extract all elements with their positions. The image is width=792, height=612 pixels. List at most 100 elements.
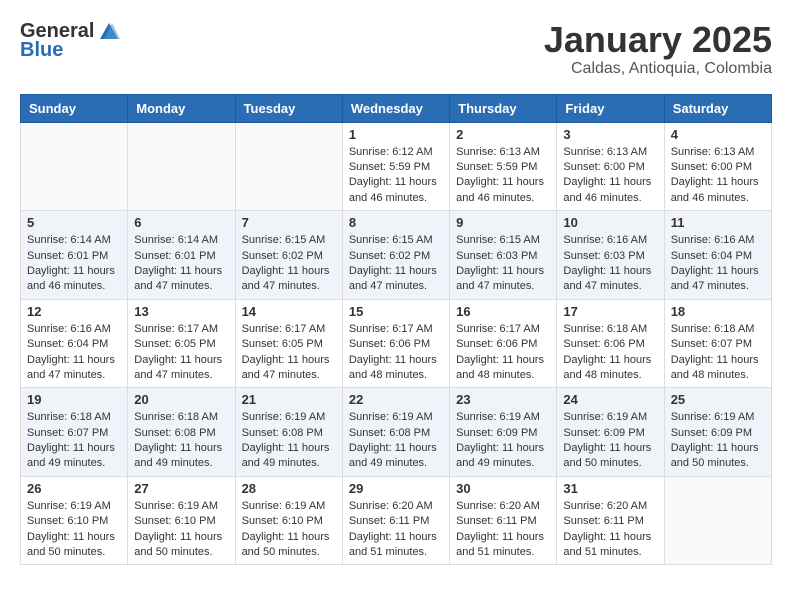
day-info: Sunrise: 6:20 AMSunset: 6:11 PMDaylight:… xyxy=(456,499,550,561)
calendar-cell: 30 Sunrise: 6:20 AMSunset: 6:11 PMDayligh… xyxy=(450,476,557,565)
day-number: 20 xyxy=(134,392,228,407)
day-info: Sunrise: 6:20 AMSunset: 6:11 PMDaylight:… xyxy=(563,499,657,561)
day-info: Sunrise: 6:12 AMSunset: 5:59 PMDaylight:… xyxy=(349,145,443,207)
calendar-cell: 24 Sunrise: 6:19 AMSunset: 6:09 PMDayligh… xyxy=(557,388,664,477)
weekday-header: Saturday xyxy=(664,94,771,122)
logo-blue-text: Blue xyxy=(20,39,120,62)
day-number: 10 xyxy=(563,215,657,230)
calendar-cell: 9 Sunrise: 6:15 AMSunset: 6:03 PMDaylight… xyxy=(450,211,557,300)
calendar-cell: 19 Sunrise: 6:18 AMSunset: 6:07 PMDayligh… xyxy=(21,388,128,477)
day-number: 14 xyxy=(242,304,336,319)
day-number: 3 xyxy=(563,127,657,142)
day-info: Sunrise: 6:15 AMSunset: 6:02 PMDaylight:… xyxy=(242,233,336,295)
weekday-header: Wednesday xyxy=(342,94,449,122)
day-number: 30 xyxy=(456,481,550,496)
day-info: Sunrise: 6:16 AMSunset: 6:04 PMDaylight:… xyxy=(27,322,121,384)
calendar-cell: 28 Sunrise: 6:19 AMSunset: 6:10 PMDayligh… xyxy=(235,476,342,565)
calendar-cell: 13 Sunrise: 6:17 AMSunset: 6:05 PMDayligh… xyxy=(128,299,235,388)
day-number: 17 xyxy=(563,304,657,319)
day-number: 28 xyxy=(242,481,336,496)
calendar-cell: 8 Sunrise: 6:15 AMSunset: 6:02 PMDaylight… xyxy=(342,211,449,300)
calendar-cell: 1 Sunrise: 6:12 AMSunset: 5:59 PMDaylight… xyxy=(342,122,449,211)
calendar-cell: 31Sunrise: 6:20 AMSunset: 6:11 PMDayligh… xyxy=(557,476,664,565)
calendar-cell: 22 Sunrise: 6:19 AMSunset: 6:08 PMDayligh… xyxy=(342,388,449,477)
weekday-header: Tuesday xyxy=(235,94,342,122)
calendar-cell: 2 Sunrise: 6:13 AMSunset: 5:59 PMDaylight… xyxy=(450,122,557,211)
weekday-header: Friday xyxy=(557,94,664,122)
calendar-cell: 14 Sunrise: 6:17 AMSunset: 6:05 PMDayligh… xyxy=(235,299,342,388)
day-info: Sunrise: 6:14 AMSunset: 6:01 PMDaylight:… xyxy=(27,233,121,295)
day-info: Sunrise: 6:19 AMSunset: 6:10 PMDaylight:… xyxy=(134,499,228,561)
calendar-table: SundayMondayTuesdayWednesdayThursdayFrid… xyxy=(20,94,772,566)
day-info: Sunrise: 6:17 AMSunset: 6:05 PMDaylight:… xyxy=(242,322,336,384)
calendar-cell xyxy=(21,122,128,211)
day-number: 22 xyxy=(349,392,443,407)
day-info: Sunrise: 6:15 AMSunset: 6:02 PMDaylight:… xyxy=(349,233,443,295)
day-info: Sunrise: 6:17 AMSunset: 6:05 PMDaylight:… xyxy=(134,322,228,384)
day-info: Sunrise: 6:19 AMSunset: 6:10 PMDaylight:… xyxy=(242,499,336,561)
page-header: General Blue January 2025 Caldas, Antioq… xyxy=(20,20,772,78)
calendar-cell: 18 Sunrise: 6:18 AMSunset: 6:07 PMDayligh… xyxy=(664,299,771,388)
calendar-cell: 7 Sunrise: 6:15 AMSunset: 6:02 PMDaylight… xyxy=(235,211,342,300)
day-info: Sunrise: 6:19 AMSunset: 6:09 PMDaylight:… xyxy=(456,410,550,472)
calendar-cell: 12Sunrise: 6:16 AMSunset: 6:04 PMDayligh… xyxy=(21,299,128,388)
calendar-cell: 26 Sunrise: 6:19 AMSunset: 6:10 PMDayligh… xyxy=(21,476,128,565)
day-info: Sunrise: 6:20 AMSunset: 6:11 PMDaylight:… xyxy=(349,499,443,561)
calendar-cell xyxy=(664,476,771,565)
day-info: Sunrise: 6:18 AMSunset: 6:06 PMDaylight:… xyxy=(563,322,657,384)
day-info: Sunrise: 6:16 AMSunset: 6:04 PMDaylight:… xyxy=(671,233,765,295)
calendar-cell: 17 Sunrise: 6:18 AMSunset: 6:06 PMDayligh… xyxy=(557,299,664,388)
calendar-cell xyxy=(235,122,342,211)
day-number: 7 xyxy=(242,215,336,230)
title-block: January 2025 Caldas, Antioquia, Colombia xyxy=(544,20,772,78)
day-number: 29 xyxy=(349,481,443,496)
day-number: 25 xyxy=(671,392,765,407)
day-info: Sunrise: 6:17 AMSunset: 6:06 PMDaylight:… xyxy=(349,322,443,384)
calendar-week-row: 5Sunrise: 6:14 AMSunset: 6:01 PMDaylight… xyxy=(21,211,772,300)
calendar-cell: 5Sunrise: 6:14 AMSunset: 6:01 PMDaylight… xyxy=(21,211,128,300)
day-info: Sunrise: 6:19 AMSunset: 6:09 PMDaylight:… xyxy=(563,410,657,472)
weekday-header: Thursday xyxy=(450,94,557,122)
day-info: Sunrise: 6:15 AMSunset: 6:03 PMDaylight:… xyxy=(456,233,550,295)
day-info: Sunrise: 6:13 AMSunset: 6:00 PMDaylight:… xyxy=(671,145,765,207)
location: Caldas, Antioquia, Colombia xyxy=(544,60,772,78)
calendar-cell: 27 Sunrise: 6:19 AMSunset: 6:10 PMDayligh… xyxy=(128,476,235,565)
day-number: 1 xyxy=(349,127,443,142)
day-number: 15 xyxy=(349,304,443,319)
day-number: 24 xyxy=(563,392,657,407)
calendar-cell: 29 Sunrise: 6:20 AMSunset: 6:11 PMDayligh… xyxy=(342,476,449,565)
day-info: Sunrise: 6:17 AMSunset: 6:06 PMDaylight:… xyxy=(456,322,550,384)
day-info: Sunrise: 6:16 AMSunset: 6:03 PMDaylight:… xyxy=(563,233,657,295)
calendar-cell: 23 Sunrise: 6:19 AMSunset: 6:09 PMDayligh… xyxy=(450,388,557,477)
day-number: 2 xyxy=(456,127,550,142)
day-number: 18 xyxy=(671,304,765,319)
day-info: Sunrise: 6:19 AMSunset: 6:09 PMDaylight:… xyxy=(671,410,765,472)
weekday-header: Monday xyxy=(128,94,235,122)
logo: General Blue xyxy=(20,20,120,62)
day-number: 11 xyxy=(671,215,765,230)
calendar-cell: 6Sunrise: 6:14 AMSunset: 6:01 PMDaylight… xyxy=(128,211,235,300)
day-number: 9 xyxy=(456,215,550,230)
day-number: 26 xyxy=(27,481,121,496)
calendar-week-row: 1 Sunrise: 6:12 AMSunset: 5:59 PMDaylight… xyxy=(21,122,772,211)
day-number: 13 xyxy=(134,304,228,319)
calendar-cell xyxy=(128,122,235,211)
day-info: Sunrise: 6:19 AMSunset: 6:10 PMDaylight:… xyxy=(27,499,121,561)
calendar-week-row: 12Sunrise: 6:16 AMSunset: 6:04 PMDayligh… xyxy=(21,299,772,388)
calendar-cell: 10 Sunrise: 6:16 AMSunset: 6:03 PMDayligh… xyxy=(557,211,664,300)
day-info: Sunrise: 6:18 AMSunset: 6:07 PMDaylight:… xyxy=(27,410,121,472)
day-info: Sunrise: 6:19 AMSunset: 6:08 PMDaylight:… xyxy=(349,410,443,472)
calendar-week-row: 19 Sunrise: 6:18 AMSunset: 6:07 PMDayligh… xyxy=(21,388,772,477)
day-number: 27 xyxy=(134,481,228,496)
day-number: 21 xyxy=(242,392,336,407)
day-info: Sunrise: 6:13 AMSunset: 5:59 PMDaylight:… xyxy=(456,145,550,207)
weekday-header: Sunday xyxy=(21,94,128,122)
calendar-cell: 4Sunrise: 6:13 AMSunset: 6:00 PMDaylight… xyxy=(664,122,771,211)
day-number: 8 xyxy=(349,215,443,230)
calendar-cell: 11 Sunrise: 6:16 AMSunset: 6:04 PMDayligh… xyxy=(664,211,771,300)
day-info: Sunrise: 6:18 AMSunset: 6:07 PMDaylight:… xyxy=(671,322,765,384)
day-info: Sunrise: 6:14 AMSunset: 6:01 PMDaylight:… xyxy=(134,233,228,295)
day-number: 19 xyxy=(27,392,121,407)
day-number: 23 xyxy=(456,392,550,407)
day-info: Sunrise: 6:18 AMSunset: 6:08 PMDaylight:… xyxy=(134,410,228,472)
